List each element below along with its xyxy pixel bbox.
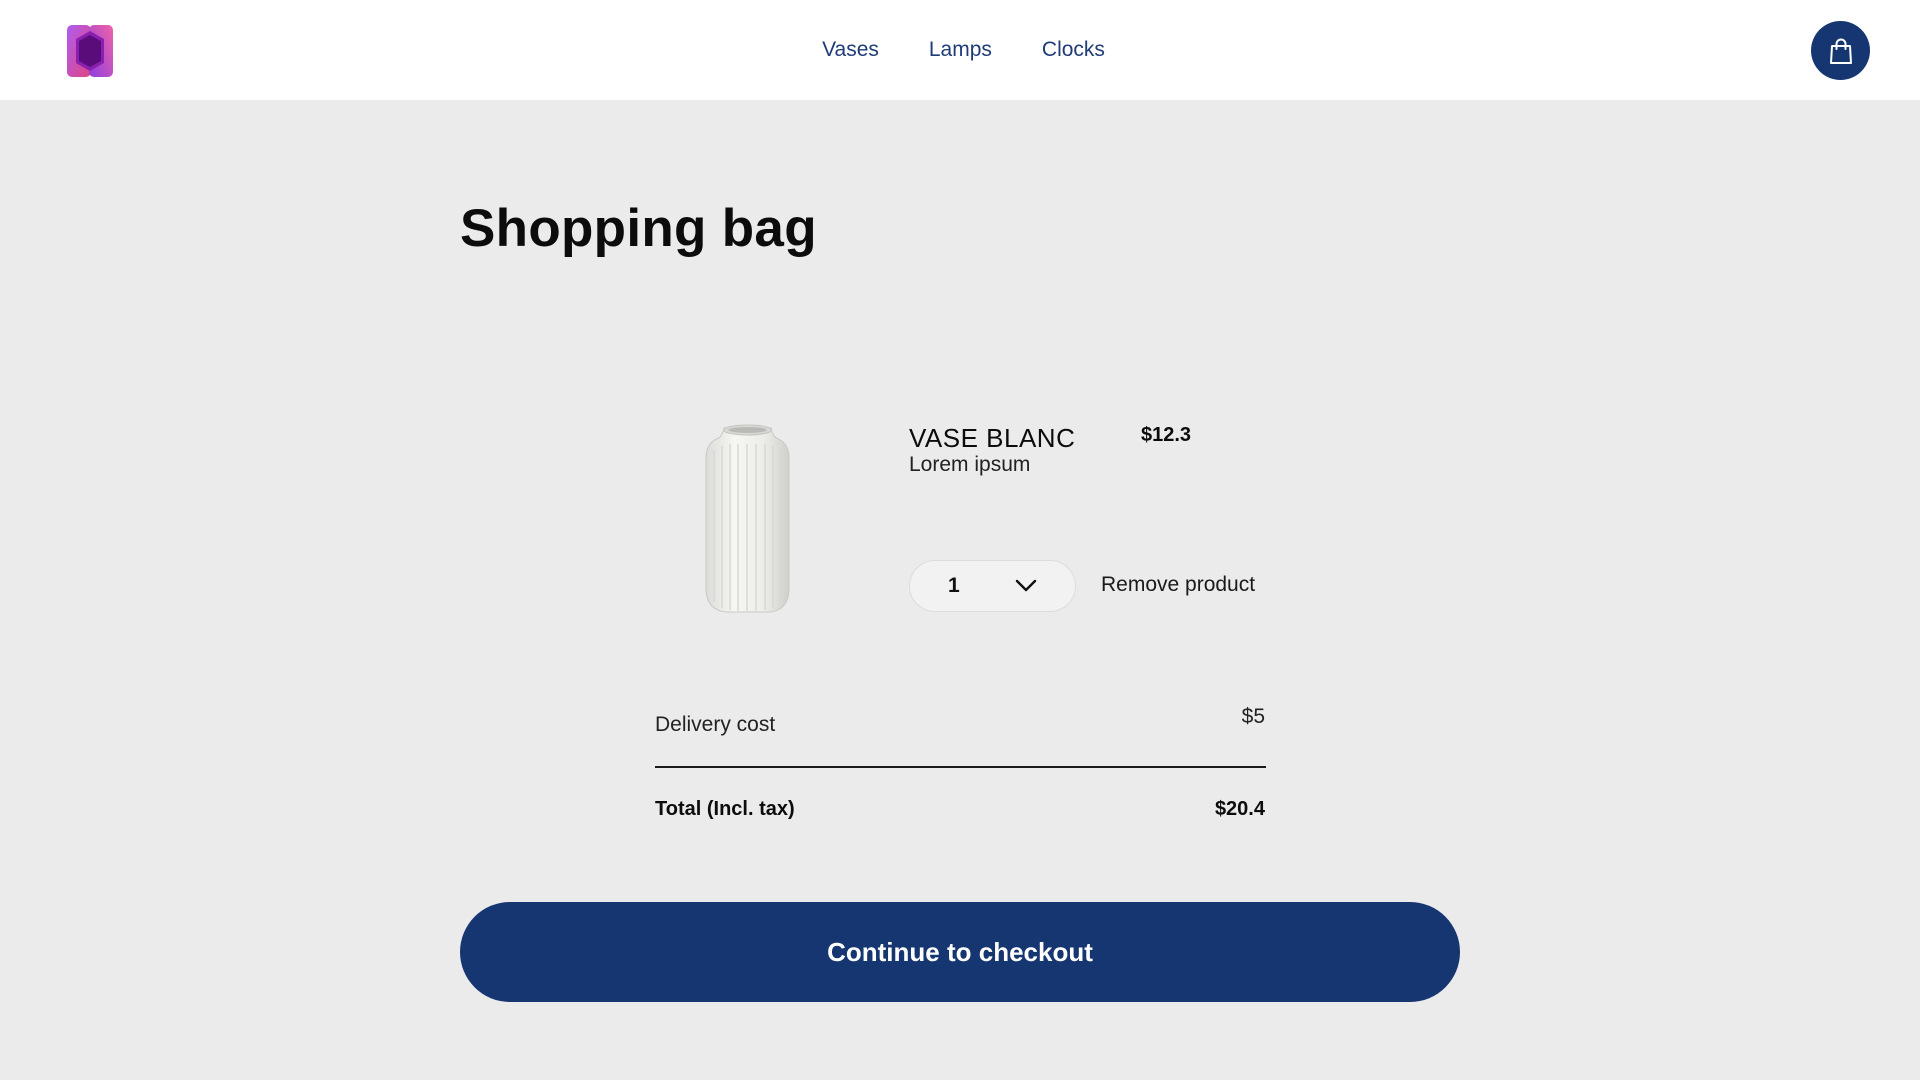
nav-link-vases[interactable]: Vases	[822, 38, 879, 62]
delivery-cost-label: Delivery cost	[655, 713, 776, 736]
site-header: Vases Lamps Clocks	[0, 0, 1920, 100]
shopping-bag-button[interactable]	[1811, 21, 1870, 80]
nav-link-lamps[interactable]: Lamps	[929, 38, 992, 62]
shopping-bag-icon	[1829, 38, 1852, 64]
total-value: $20.4	[1214, 798, 1265, 820]
remove-product-link[interactable]: Remove product	[1101, 573, 1255, 597]
quantity-select[interactable]: 1	[909, 560, 1076, 612]
main-nav: Vases Lamps Clocks	[0, 0, 1920, 100]
product-image	[690, 420, 805, 615]
checkout-button[interactable]: Continue to checkout	[460, 902, 1460, 1002]
product-name: VASE BLANC	[909, 423, 1076, 453]
nav-link-clocks[interactable]: Clocks	[1042, 38, 1105, 62]
product-price: $12.3	[1141, 424, 1192, 446]
page-title: Shopping bag	[460, 199, 817, 258]
product-description: Lorem ipsum	[909, 453, 1031, 476]
total-label: Total (Incl. tax)	[655, 798, 795, 820]
summary-divider	[655, 766, 1266, 768]
chevron-down-icon	[1015, 579, 1037, 592]
delivery-cost-value: $5	[1241, 705, 1265, 728]
quantity-value: 1	[948, 574, 960, 597]
